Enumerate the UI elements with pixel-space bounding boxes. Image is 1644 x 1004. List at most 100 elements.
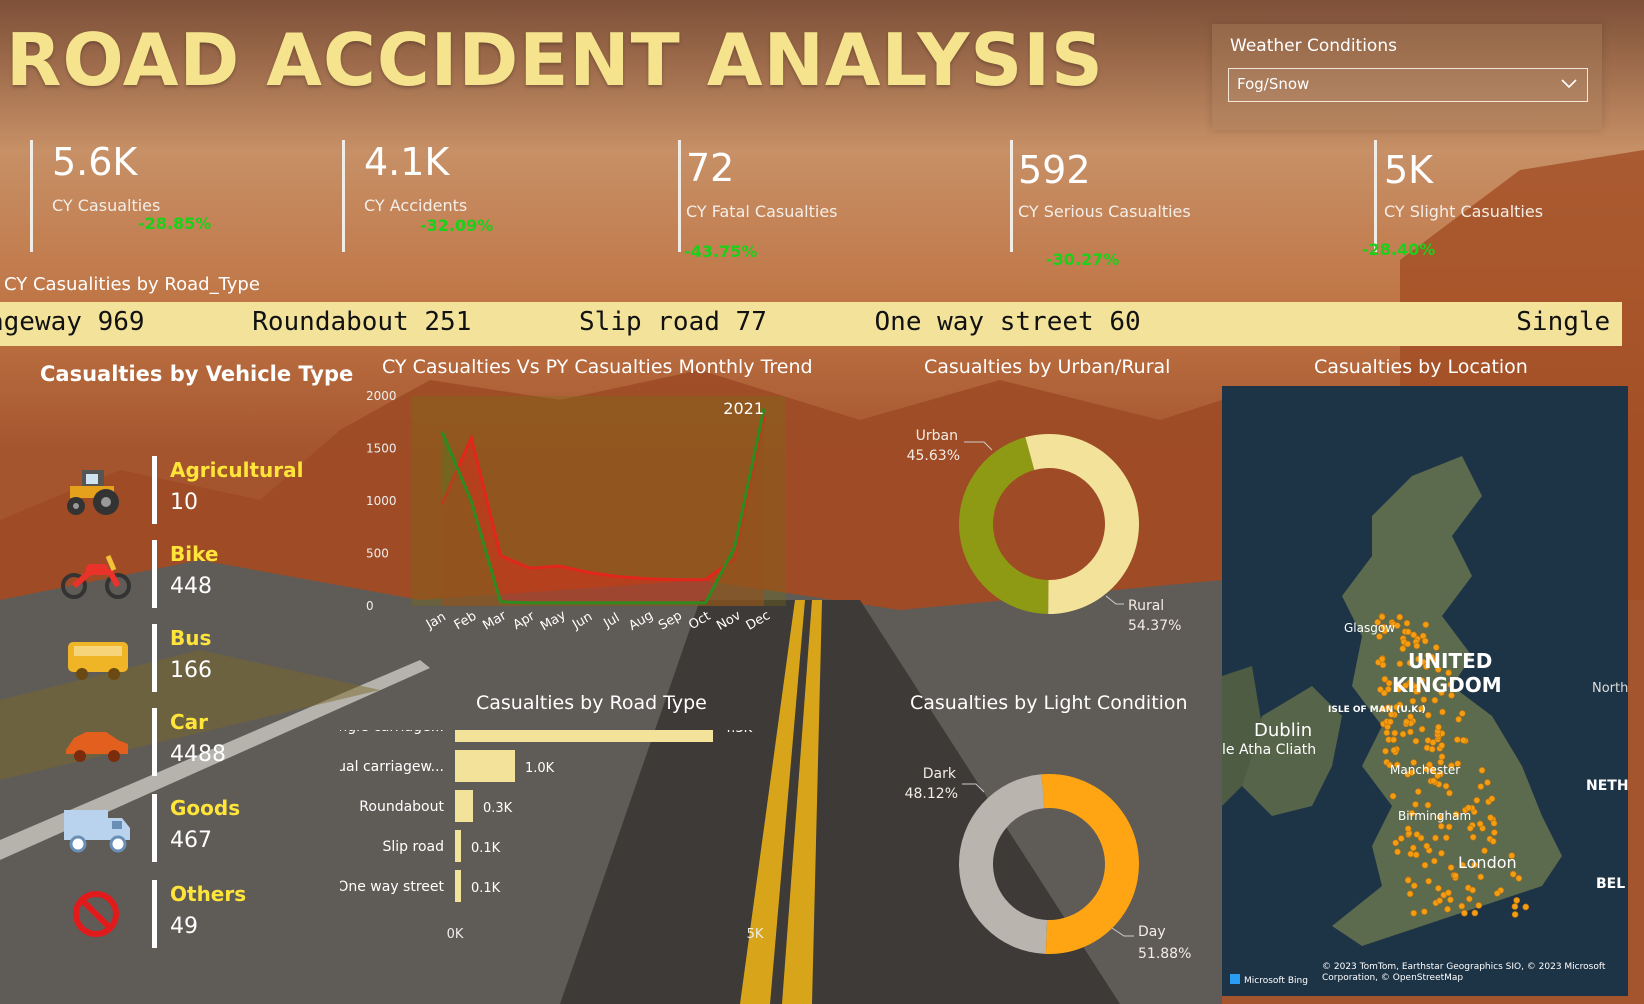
map-point xyxy=(1397,835,1405,842)
light-condition-donut[interactable]: Dark 48.12% Day 51.88% xyxy=(880,740,1210,980)
map-point xyxy=(1430,777,1437,785)
casualties-map[interactable]: UNITED KINGDOM Dublin le Atha Cliath ISL… xyxy=(1222,386,1628,996)
map-point xyxy=(1380,689,1388,697)
road-type-label: Roundabout xyxy=(359,799,444,815)
map-point xyxy=(1393,622,1401,629)
trend-x-tick: Dec xyxy=(744,608,773,634)
vehicle-bus[interactable]: Bus 166 xyxy=(40,624,300,692)
map-label-glasgow: Glasgow xyxy=(1344,621,1395,635)
dark-label: Dark xyxy=(923,766,957,782)
kpi-value: 592 xyxy=(1018,148,1091,192)
map-point xyxy=(1383,729,1391,736)
vehicle-value: 448 xyxy=(170,574,212,599)
map-point xyxy=(1473,796,1481,804)
trend-chart-title: CY Casualties Vs PY Casualties Monthly T… xyxy=(382,356,813,378)
map-point xyxy=(1455,716,1462,723)
trend-y-tick: 1000 xyxy=(366,494,397,508)
map-point xyxy=(1447,896,1454,904)
map-point xyxy=(1382,747,1389,755)
map-point xyxy=(1490,819,1498,827)
map-point xyxy=(1425,877,1432,885)
map-title: Casualties by Location xyxy=(1314,356,1528,378)
map-point xyxy=(1421,637,1429,645)
map-point xyxy=(1438,742,1446,749)
map-point xyxy=(1410,844,1417,852)
map-point xyxy=(1431,696,1439,704)
map-point xyxy=(1466,895,1473,903)
weather-conditions-slicer[interactable]: Weather Conditions Fog/Snow xyxy=(1212,24,1602,130)
ticker-item: Roundabout 251 xyxy=(252,307,472,337)
road-type-title: Casualties by Road Type xyxy=(476,692,707,714)
map-point xyxy=(1460,736,1467,744)
map-point xyxy=(1445,889,1452,897)
trend-series-label: 2021 xyxy=(723,399,764,418)
map-point xyxy=(1412,851,1420,859)
map-point xyxy=(1509,870,1517,878)
trend-x-tick: Mar xyxy=(480,608,509,634)
road-type-bar xyxy=(455,730,713,742)
map-point xyxy=(1438,753,1446,761)
road-type-data-label: 1.0K xyxy=(525,761,555,776)
car-icon xyxy=(66,732,128,762)
map-point xyxy=(1431,857,1438,865)
map-point xyxy=(1413,831,1421,838)
vehicle-value: 10 xyxy=(170,490,198,515)
map-label-bel: BEL xyxy=(1596,876,1625,892)
map-point xyxy=(1424,711,1432,719)
vehicle-divider xyxy=(152,708,157,776)
monthly-trend-chart[interactable]: 0 500 1000 1500 2000 Jan Feb Mar Apr May Jun Jul Au… xyxy=(340,380,810,660)
map-copyright[interactable]: © 2023 TomTom, Earthstar Geographics SIO… xyxy=(1322,962,1622,984)
urban-rural-title: Casualties by Urban/Rural xyxy=(924,356,1171,378)
trend-x-tick: Oct xyxy=(686,609,713,633)
map-label-isle: ISLE OF MAN (U.K.) xyxy=(1328,705,1426,715)
map-point xyxy=(1459,710,1466,717)
trend-x-tick: Sep xyxy=(656,608,685,633)
vehicle-divider xyxy=(152,624,157,692)
vehicle-goods[interactable]: Goods 467 xyxy=(40,794,300,862)
urban-percent: 45.63% xyxy=(907,448,960,464)
dark-percent: 48.12% xyxy=(905,786,958,802)
map-point xyxy=(1469,886,1476,894)
vehicle-divider xyxy=(152,540,157,608)
kpi-value: 5.6K xyxy=(52,140,138,184)
map-point xyxy=(1477,873,1485,881)
chevron-down-icon[interactable] xyxy=(1559,73,1579,93)
map-point xyxy=(1399,730,1407,738)
map-point xyxy=(1403,718,1410,726)
vehicle-name: Car xyxy=(170,710,209,734)
kpi-label: CY Accidents xyxy=(364,196,468,215)
vehicle-bike[interactable]: Bike 448 xyxy=(40,540,300,608)
vehicle-divider xyxy=(152,880,157,948)
rural-percent: 54.37% xyxy=(1128,618,1181,634)
map-point xyxy=(1396,613,1404,621)
map-point xyxy=(1435,885,1442,892)
map-label-london: London xyxy=(1458,853,1517,872)
ticker-item: Slip road 77 xyxy=(579,307,767,337)
road-type-bar xyxy=(455,750,515,782)
map-point xyxy=(1513,897,1521,904)
map-point xyxy=(1515,874,1523,882)
vehicle-name: Agricultural xyxy=(170,458,304,482)
map-point xyxy=(1446,789,1453,797)
vehicle-agricultural[interactable]: Agricultural 10 xyxy=(40,456,304,524)
map-point xyxy=(1409,697,1417,705)
vehicle-car[interactable]: Car 4488 xyxy=(40,708,300,776)
map-point xyxy=(1410,909,1418,917)
kpi-value: 72 xyxy=(686,146,735,190)
map-label-birmingham: Birmingham xyxy=(1398,809,1471,823)
road-type-label: One way street xyxy=(340,879,445,895)
map-point xyxy=(1404,825,1412,832)
map-point xyxy=(1379,661,1387,669)
vehicle-value: 166 xyxy=(170,658,212,683)
trend-x-tick: Jul xyxy=(600,611,622,632)
weather-dropdown[interactable]: Fog/Snow xyxy=(1228,68,1588,102)
trend-x-tick: Jan xyxy=(423,609,449,633)
map-point xyxy=(1387,718,1394,726)
vehicle-others[interactable]: Others 49 xyxy=(40,880,300,948)
trend-x-tick: Nov xyxy=(714,608,744,634)
urban-rural-donut[interactable]: Urban 45.63% Rural 54.37% xyxy=(880,400,1210,640)
road-type-bar-chart[interactable]: Single carriage... 4.3K Dual carriagew... 1… xyxy=(340,730,810,1000)
map-point xyxy=(1475,902,1483,909)
kpi-label: CY Casualties xyxy=(52,196,161,215)
map-point xyxy=(1442,834,1450,841)
